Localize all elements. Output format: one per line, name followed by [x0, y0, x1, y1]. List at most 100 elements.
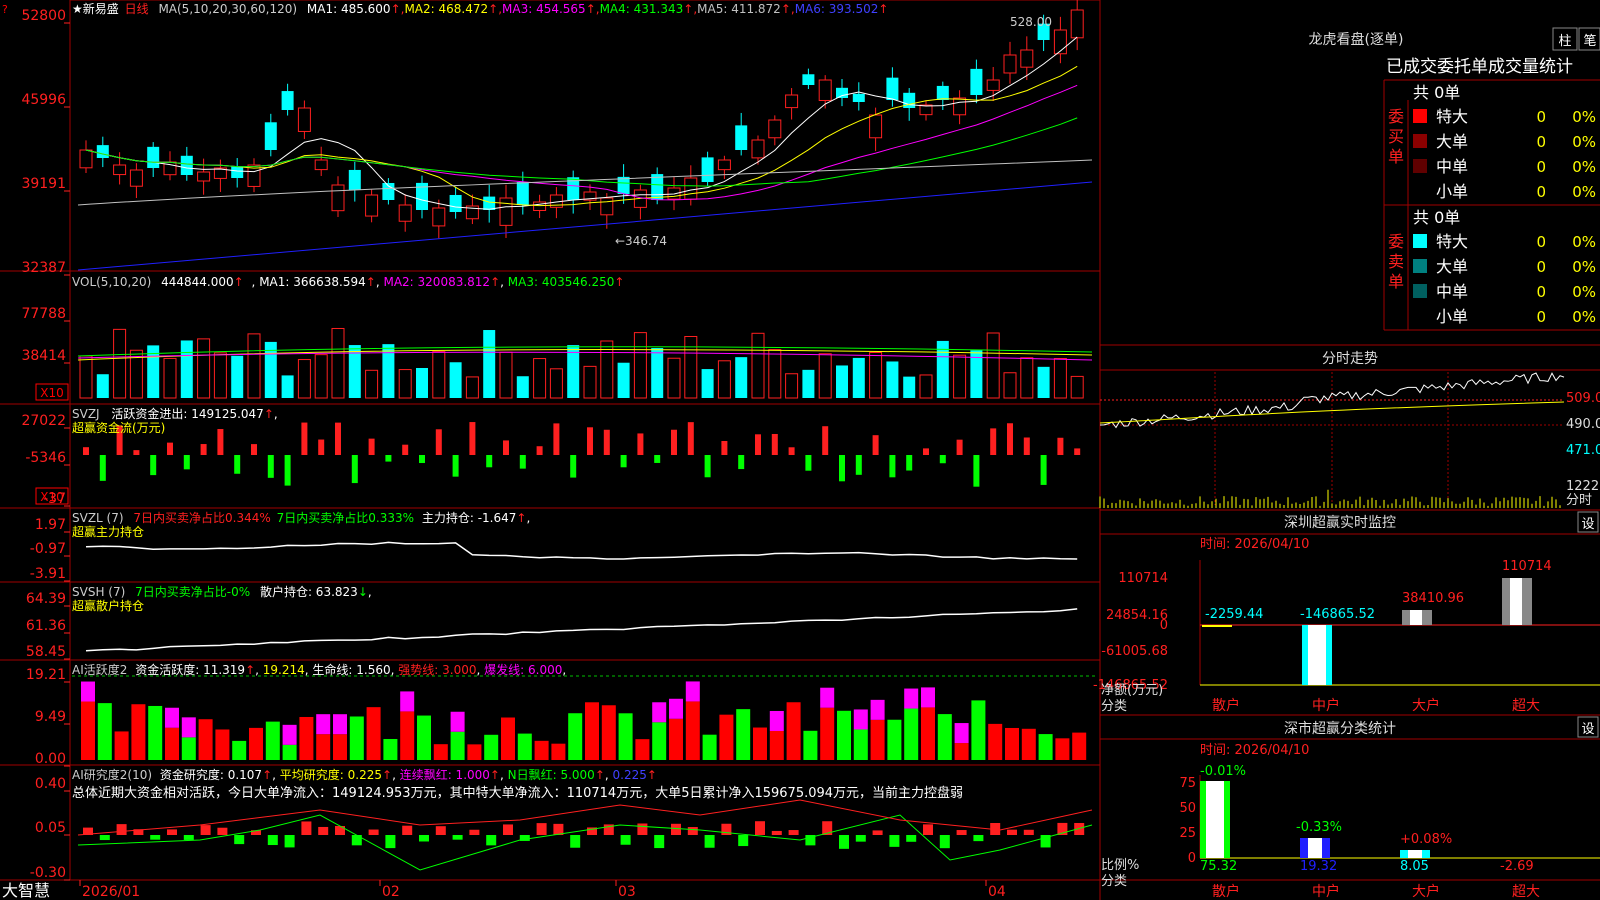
- longhu-tabs[interactable]: 已成交委托单成交量统计: [1386, 57, 1573, 77]
- ai-activity-bar: [131, 704, 146, 760]
- fund-flow-panel[interactable]: SVZJ 活跃资金进出: 149125.047↑, 超赢资金流(万元) X10: [35, 406, 1081, 505]
- ai-activity-bar: [601, 705, 616, 760]
- stats-ratio: 8.05: [1400, 859, 1429, 874]
- order-pct: 0%: [1572, 108, 1596, 126]
- ai-activity-bar-top: [400, 691, 415, 712]
- fund-flow-bar: [788, 447, 795, 455]
- order-side-label: 委: [1388, 107, 1404, 126]
- ai-activity-panel[interactable]: AI活跃度2 资金活跃度: 11.319↑, 19.214, 生命线: 1.56…: [72, 662, 1098, 760]
- stats-axis-label: 0: [1188, 851, 1196, 866]
- ai-research-bar: [771, 830, 782, 835]
- candle-down: [483, 196, 496, 210]
- ai-activity-bar: [417, 715, 431, 760]
- ma-line: [85, 84, 1078, 201]
- ai-activity-bar: [786, 702, 801, 760]
- fund-flow-bar: [687, 422, 694, 455]
- fund-flow-bar: [503, 440, 509, 455]
- ai-activity-bar-top: [669, 698, 683, 719]
- ai-research-panel[interactable]: AI研究度2(10) 资金研究度: 0.107↑, 平均研究度: 0.225↑,…: [72, 767, 1093, 871]
- fund-flow-bar: [839, 455, 845, 482]
- fund-flow-bar: [956, 439, 963, 455]
- volume-bar: [533, 358, 547, 399]
- fund-flow-bar: [620, 455, 627, 468]
- fund-flow-bar: [704, 455, 711, 478]
- ai-research-bar: [435, 826, 446, 835]
- ai-activity-bar: [232, 740, 247, 760]
- fund-flow-bar: [301, 422, 308, 455]
- axis-tick-label: -3.91: [30, 566, 66, 582]
- ai-research-bar: [419, 835, 429, 842]
- date-label: 2026/01: [82, 884, 140, 900]
- ai-activity-bar-top: [165, 707, 179, 728]
- ai-activity-bar: [114, 731, 129, 760]
- monitor-value: 110714: [1502, 559, 1552, 574]
- candle-down: [936, 85, 949, 100]
- axis-tick-label: -37: [43, 491, 66, 507]
- volume-bar: [314, 354, 328, 399]
- ai-research-bar: [1023, 829, 1034, 835]
- fund-flow-bar: [167, 442, 173, 455]
- fund-flow-bar: [587, 427, 593, 455]
- period-label: 日线: [125, 2, 149, 16]
- volume-unit: X10: [40, 386, 64, 400]
- date-label: 03: [618, 884, 636, 900]
- candle-up: [1020, 49, 1034, 68]
- buy-order-table: 共 0单委买单 特大 0 0% 大单 0 0% 中单 0 0% 小单 0 0%: [1388, 83, 1596, 201]
- stats-axis-label: 75: [1179, 776, 1196, 791]
- axis-tick-label: 1.97: [35, 517, 66, 533]
- ai-activity-bar-top: [450, 711, 465, 732]
- volume-bar: [113, 328, 127, 399]
- ai-research-bar: [956, 830, 967, 835]
- ai-activity-bar: [652, 722, 667, 760]
- main-holding-panel[interactable]: SVZL (7) 7日内买卖净占比0.344% 7日内买卖净占比0.333% 主…: [72, 510, 1078, 560]
- stats-category: 中户: [1312, 883, 1340, 900]
- order-swatch: [1413, 184, 1427, 198]
- fund-flow-bar: [1057, 437, 1064, 455]
- volume-bar: [785, 373, 799, 399]
- axis-tick-label: 64.39: [26, 591, 66, 607]
- bar-view-label: 柱: [1558, 34, 1571, 49]
- monitor-bar-highlight: [1410, 610, 1422, 625]
- ai-activity-bar: [870, 719, 885, 760]
- order-count: 0: [1536, 108, 1546, 126]
- order-type: 中单: [1436, 282, 1468, 301]
- volume-bar: [567, 345, 580, 398]
- candle-up: [1053, 29, 1067, 55]
- candle-up: [751, 139, 765, 159]
- ai-research-bar: [217, 827, 228, 835]
- candle-down: [96, 145, 109, 158]
- fund-flow-bar: [284, 455, 291, 486]
- retail-holding-panel[interactable]: SVSH (7) 7日内买卖净占比-0% 散户持仓: 63.823↓, 超赢散户…: [72, 584, 1078, 652]
- stats-time: 时间: 2026/04/10: [1200, 743, 1309, 758]
- ai-activity-bar: [450, 731, 465, 760]
- axis-tick-label: 45996: [21, 92, 66, 108]
- axis-tick-label: 77788: [21, 306, 66, 322]
- volume-bar: [516, 376, 529, 398]
- ai-research-bars: [77, 799, 1093, 871]
- axis-tick-label: 58.45: [26, 644, 66, 660]
- order-type: 特大: [1436, 107, 1468, 126]
- ai-activity-bar-top: [853, 709, 868, 730]
- candle-up: [986, 79, 1000, 91]
- fund-flow-bar: [872, 435, 879, 455]
- candle-up: [499, 197, 513, 226]
- ai-activity-bars: [81, 681, 1087, 760]
- ai-activity-bar: [1055, 738, 1070, 760]
- fund-flow-bars: [83, 422, 1081, 487]
- ai-research-bar: [116, 824, 127, 835]
- ai-activity-bar: [635, 739, 650, 760]
- fund-flow-bar: [519, 455, 526, 469]
- intraday-chart[interactable]: 509.0 490.0 471.0 12225分时: [1099, 372, 1600, 508]
- candle-up: [113, 164, 127, 176]
- fund-flow-bar: [1074, 448, 1081, 455]
- candle-down: [449, 194, 462, 212]
- ai-research-bar: [704, 835, 715, 848]
- candle-down: [516, 182, 529, 205]
- ai-activity-bar: [517, 733, 532, 760]
- monitor-chart[interactable]: 110714 24854.160 -61005.68 -146865.52 净额(万元)…: [1093, 559, 1600, 714]
- ai-activity-bar: [282, 744, 297, 760]
- volume-bar: [483, 330, 496, 398]
- intraday-axis-label: 490.0: [1566, 417, 1600, 432]
- volume-panel[interactable]: VOL(5,10,20) 444844.000↑ , MA1: 366638.5…: [35, 275, 1093, 401]
- candlestick-panel[interactable]: 528.00 ←346.74 ★新易盛 日线 MA(5,10,20,30,60,…: [2, 0, 1093, 271]
